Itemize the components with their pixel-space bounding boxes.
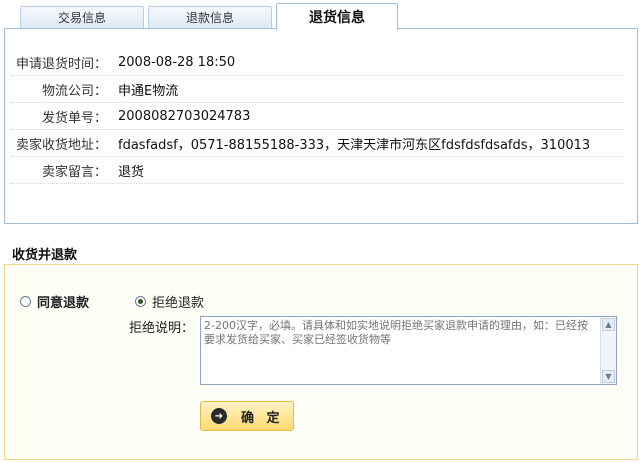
info-value: fdasfadsf，0571-88155188-333，天津天津市河东区fdsf…	[118, 137, 591, 153]
scroll-down-icon[interactable]: ▼	[602, 370, 615, 383]
tab-trade-info[interactable]: 交易信息	[20, 6, 144, 28]
tab-bar: 交易信息 退款信息 退货信息	[0, 0, 640, 30]
info-row-tracking-number: 发货单号： 2008082703024783	[11, 103, 623, 130]
return-info-panel: 申请退货时间： 2008-08-28 18:50 物流公司： 申通E物流 发货单…	[4, 28, 638, 224]
textarea-scrollbar[interactable]: ▲ ▼	[600, 317, 616, 384]
info-label: 申请退货时间：	[15, 56, 107, 72]
reject-reason-label: 拒绝说明：	[129, 321, 195, 336]
info-label: 物流公司：	[41, 83, 107, 99]
info-row-seller-address: 卖家收货地址： fdasfadsf，0571-88155188-333，天津天津…	[11, 130, 623, 157]
info-label: 卖家收货地址：	[15, 137, 107, 153]
agree-refund-radio[interactable]: 同意退款	[20, 292, 89, 311]
scroll-up-icon[interactable]: ▲	[602, 318, 615, 331]
section-title: 收货并退款	[12, 248, 78, 263]
radio-circle[interactable]	[20, 296, 31, 307]
confirm-button-label: 确 定	[241, 410, 284, 426]
info-value: 申通E物流	[118, 83, 179, 99]
info-label: 发货单号：	[41, 110, 107, 126]
tab-return-info[interactable]: 退货信息	[276, 3, 398, 30]
info-row-apply-time: 申请退货时间： 2008-08-28 18:50	[11, 49, 623, 76]
info-row-seller-message: 卖家留言： 退货	[11, 157, 623, 184]
reject-refund-radio[interactable]: 拒绝退款	[135, 292, 204, 311]
info-value: 2008082703024783	[118, 108, 251, 124]
agree-refund-label: 同意退款	[37, 296, 90, 311]
arrow-right-circle-icon: ➔	[211, 408, 227, 424]
reject-reason-textarea[interactable]	[201, 317, 601, 384]
refund-form: 同意退款 拒绝退款 拒绝说明： ▲ ▼ ➔ 确 定	[4, 264, 638, 460]
tab-refund-info[interactable]: 退款信息	[148, 6, 272, 28]
info-row-logistics: 物流公司： 申通E物流	[11, 76, 623, 103]
reject-refund-label: 拒绝退款	[152, 296, 205, 311]
confirm-button[interactable]: ➔ 确 定	[200, 401, 294, 431]
reject-reason-box: ▲ ▼	[200, 316, 617, 385]
info-label: 卖家留言：	[41, 164, 107, 180]
radio-circle-checked[interactable]	[135, 296, 146, 307]
info-value: 退货	[118, 164, 145, 180]
info-value: 2008-08-28 18:50	[118, 54, 236, 70]
